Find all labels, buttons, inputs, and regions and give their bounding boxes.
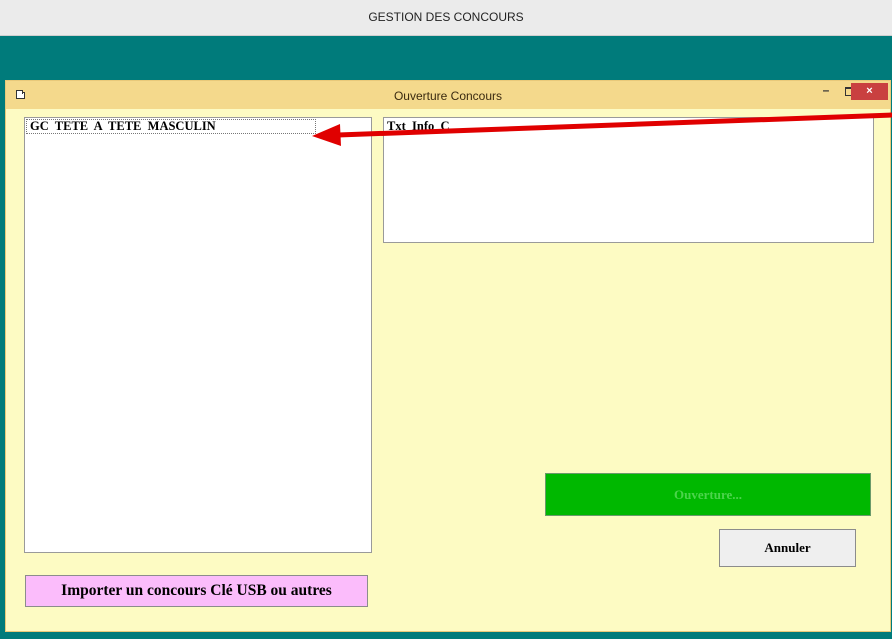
- open-button[interactable]: Ouverture...: [545, 473, 871, 516]
- list-item[interactable]: GC TETE A TETE MASCULIN: [26, 119, 316, 134]
- contest-list[interactable]: GC TETE A TETE MASCULIN: [24, 117, 372, 553]
- import-contest-button[interactable]: Importer un concours Clé USB ou autres: [25, 575, 368, 607]
- app-titlebar: GESTION DES CONCOURS: [0, 0, 892, 36]
- dialog-title: Ouverture Concours: [393, 89, 503, 103]
- open-contest-dialog: Ouverture Concours – × GC TETE A TETE MA…: [5, 80, 891, 632]
- dialog-titlebar[interactable]: Ouverture Concours – ×: [6, 81, 890, 109]
- close-button[interactable]: ×: [851, 83, 888, 100]
- minimize-button[interactable]: –: [814, 81, 838, 101]
- app-title: GESTION DES CONCOURS: [368, 10, 524, 24]
- cancel-button[interactable]: Annuler: [719, 529, 856, 567]
- contest-info-box[interactable]: Txt_Info_C: [383, 117, 874, 243]
- info-label: Txt_Info_C: [387, 119, 450, 133]
